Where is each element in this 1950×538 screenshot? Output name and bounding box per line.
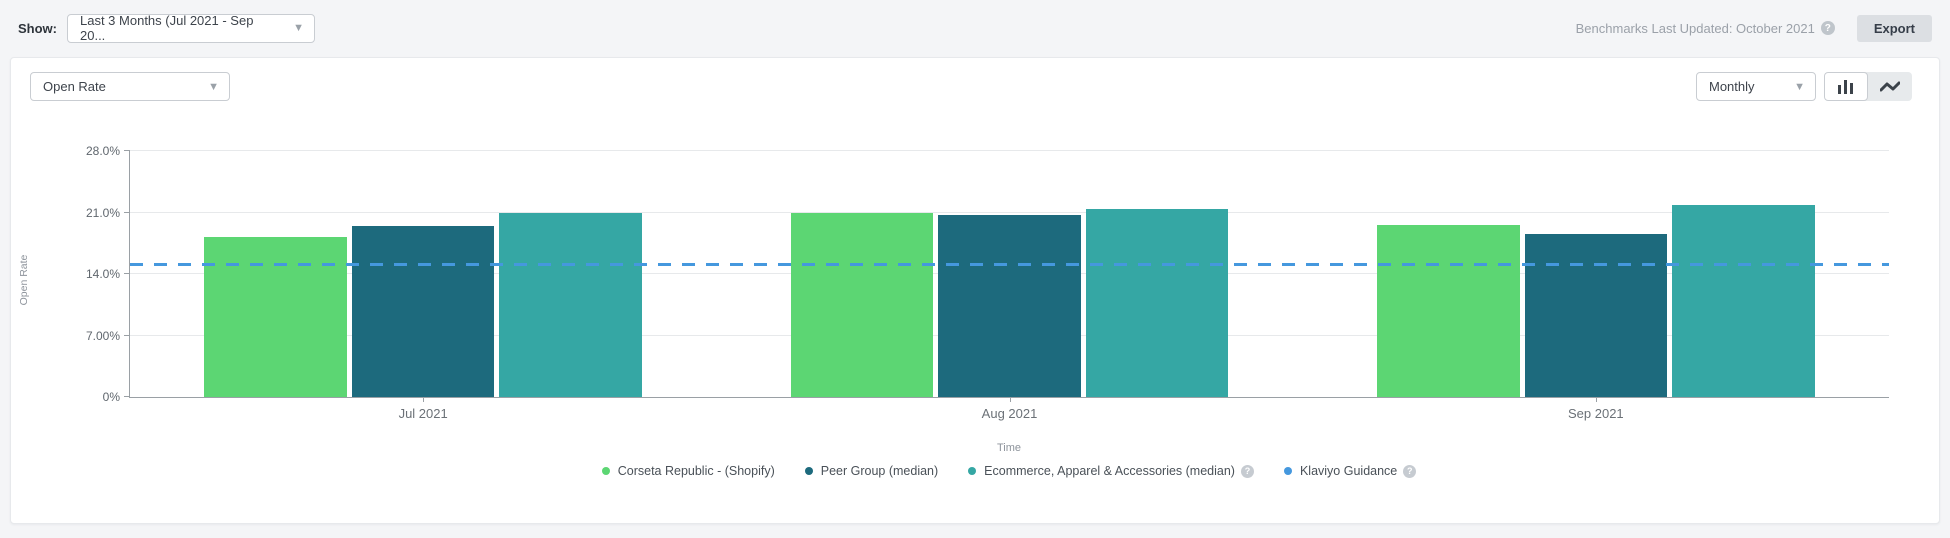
x-axis-title: Time — [129, 442, 1889, 454]
y-tick-label: 7.00% — [86, 329, 120, 343]
plot-area: 0%7.00%14.0%21.0%28.0%Jul 2021Aug 2021Se… — [129, 151, 1889, 398]
bar[interactable] — [204, 237, 347, 397]
legend-label: Klaviyo Guidance — [1300, 464, 1397, 478]
interval-dropdown-value: Monthly — [1709, 79, 1755, 94]
line-chart-toggle[interactable] — [1868, 72, 1912, 101]
chevron-down-icon: ▼ — [1782, 81, 1805, 93]
topbar-right: Benchmarks Last Updated: October 2021 ? … — [1576, 15, 1932, 42]
bar[interactable] — [1377, 225, 1520, 397]
legend-dot — [602, 467, 610, 475]
bar[interactable] — [352, 226, 495, 397]
legend-label: Peer Group (median) — [821, 464, 938, 478]
y-tick-mark — [124, 335, 130, 336]
legend: Corseta Republic - (Shopify) Peer Group (… — [129, 464, 1889, 478]
show-label: Show: — [18, 21, 57, 36]
line-chart-icon — [1880, 80, 1900, 94]
legend-dot — [805, 467, 813, 475]
legend-dot — [968, 467, 976, 475]
legend-item[interactable]: Corseta Republic - (Shopify) — [602, 464, 775, 478]
bar[interactable] — [1525, 234, 1668, 397]
legend-item[interactable]: Peer Group (median) — [805, 464, 938, 478]
legend-label: Ecommerce, Apparel & Accessories (median… — [984, 464, 1235, 478]
topbar: Show: Last 3 Months (Jul 2021 - Sep 20..… — [0, 0, 1950, 56]
y-tick-label: 28.0% — [86, 144, 120, 158]
interval-dropdown[interactable]: Monthly ▼ — [1696, 72, 1816, 101]
guidance-line — [130, 263, 1889, 266]
y-tick-mark — [124, 273, 130, 274]
y-tick-mark — [124, 150, 130, 151]
y-tick-mark — [124, 396, 130, 397]
export-button[interactable]: Export — [1857, 15, 1932, 42]
x-tick-label: Sep 2021 — [1568, 406, 1624, 421]
gridline — [130, 212, 1889, 213]
date-range-dropdown[interactable]: Last 3 Months (Jul 2021 - Sep 20... ▼ — [67, 14, 315, 43]
chevron-down-icon: ▼ — [281, 22, 304, 34]
metric-dropdown[interactable]: Open Rate ▼ — [30, 72, 230, 101]
y-tick-label: 21.0% — [86, 206, 120, 220]
x-tick-label: Jul 2021 — [399, 406, 448, 421]
legend-help-icon[interactable]: ? — [1241, 465, 1254, 478]
legend-dot — [1284, 467, 1292, 475]
legend-item[interactable]: Klaviyo Guidance? — [1284, 464, 1416, 478]
legend-label: Corseta Republic - (Shopify) — [618, 464, 775, 478]
chart-card: Open Rate ▼ Monthly ▼ Open Rate 0%7.0 — [10, 57, 1940, 524]
legend-help-icon[interactable]: ? — [1403, 465, 1416, 478]
benchmarks-updated-text: Benchmarks Last Updated: October 2021 — [1576, 21, 1815, 36]
bar[interactable] — [1086, 209, 1229, 397]
chart-type-toggle — [1824, 72, 1912, 101]
bar[interactable] — [938, 215, 1081, 397]
legend-item[interactable]: Ecommerce, Apparel & Accessories (median… — [968, 464, 1254, 478]
y-tick-label: 14.0% — [86, 267, 120, 281]
x-tick-label: Aug 2021 — [982, 406, 1038, 421]
x-tick-mark — [1596, 398, 1597, 402]
bar[interactable] — [1672, 205, 1815, 397]
y-axis-title: Open Rate — [18, 230, 30, 330]
chevron-down-icon: ▼ — [196, 81, 219, 93]
bar[interactable] — [499, 213, 642, 398]
y-tick-label: 0% — [103, 390, 120, 404]
x-tick-mark — [423, 398, 424, 402]
x-tick-mark — [1010, 398, 1011, 402]
bar-chart-icon — [1837, 79, 1855, 95]
benchmarks-help-icon[interactable]: ? — [1821, 21, 1835, 35]
date-range-value: Last 3 Months (Jul 2021 - Sep 20... — [80, 13, 281, 43]
metric-dropdown-value: Open Rate — [43, 79, 106, 94]
bar[interactable] — [791, 213, 934, 398]
y-tick-mark — [124, 212, 130, 213]
bar-chart-toggle[interactable] — [1824, 72, 1868, 101]
gridline — [130, 150, 1889, 151]
